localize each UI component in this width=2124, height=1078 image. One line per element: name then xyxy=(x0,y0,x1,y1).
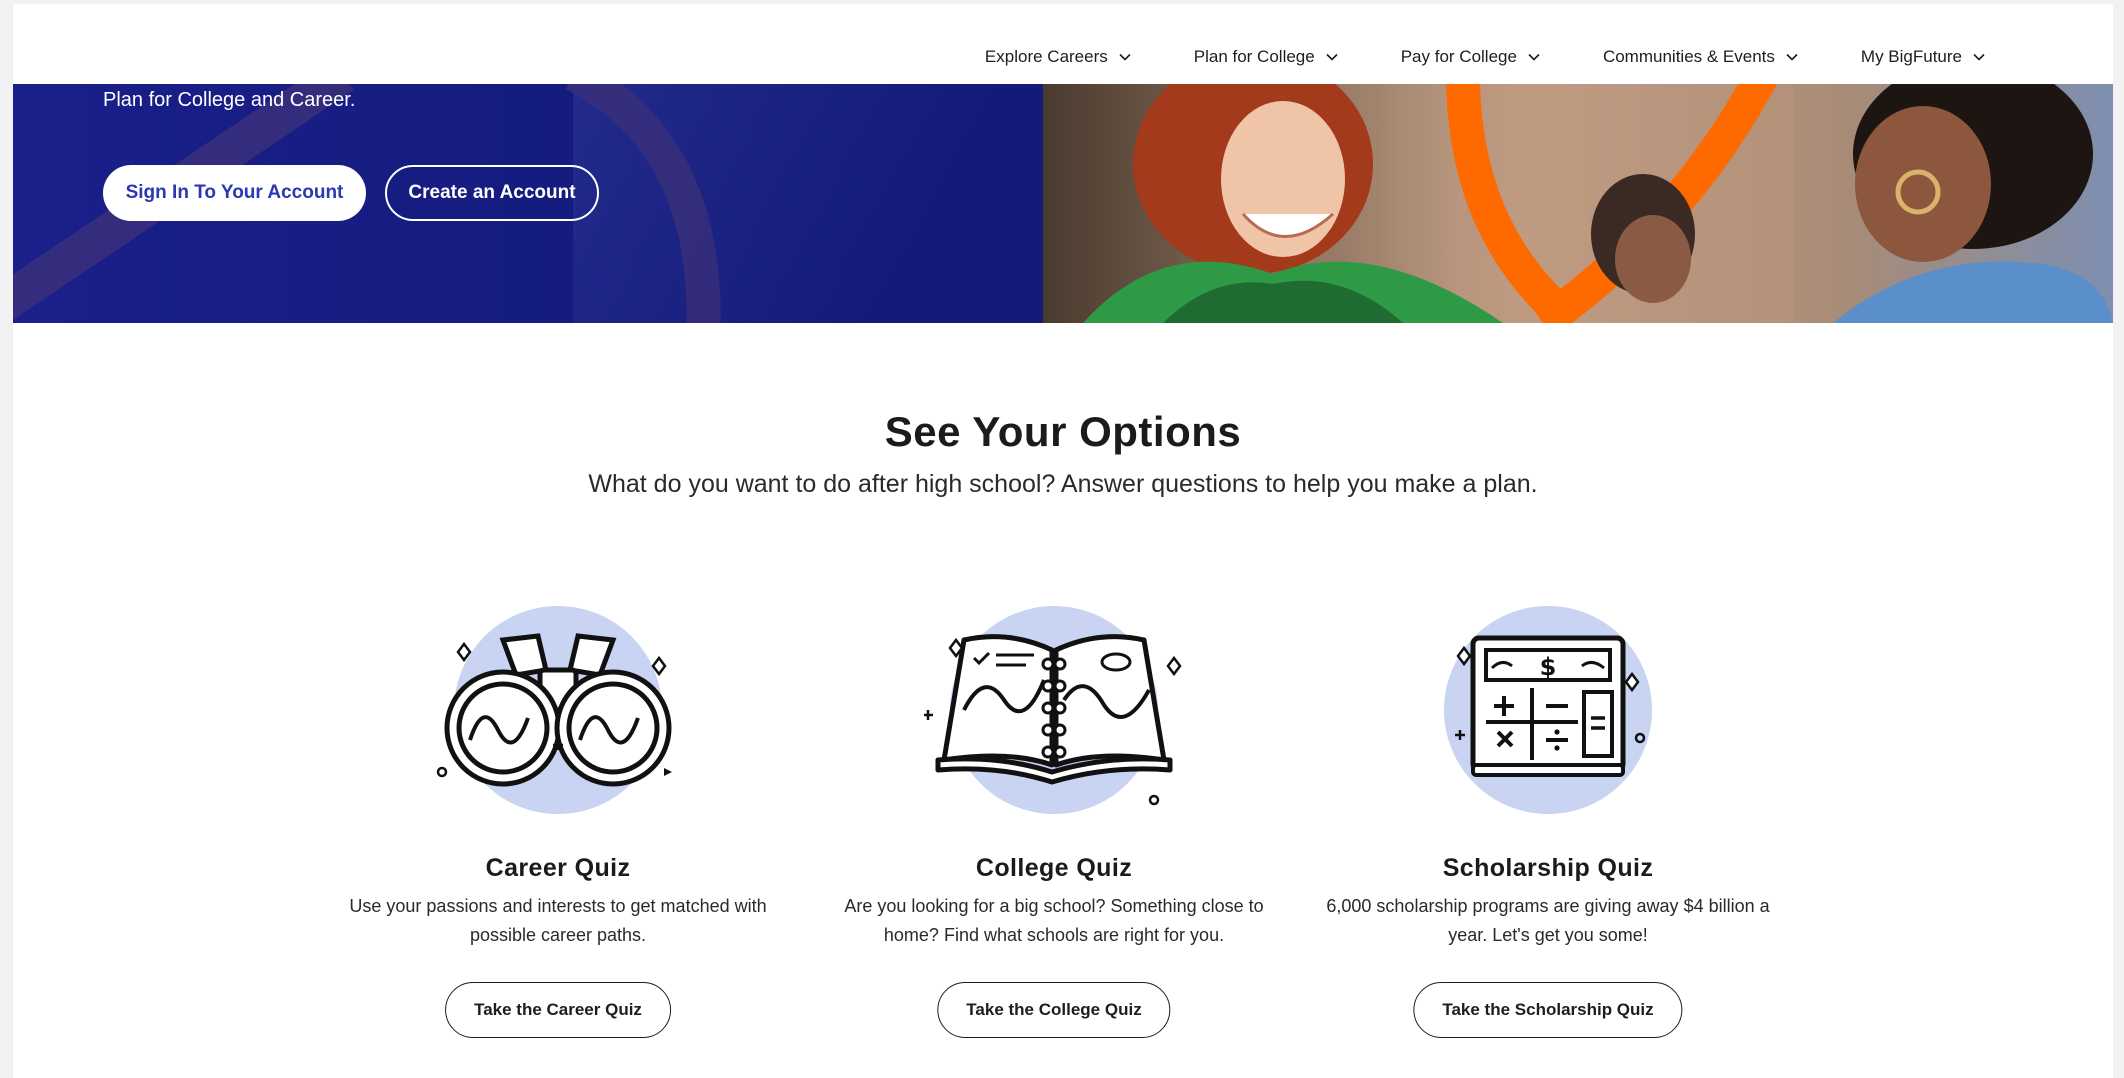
calculator-icon: $ xyxy=(1444,606,1652,814)
hero-photo xyxy=(1043,84,2113,323)
chevron-down-icon xyxy=(1119,53,1131,61)
create-account-button[interactable]: Create an Account xyxy=(385,165,599,221)
chevron-down-icon xyxy=(1973,53,1985,61)
nav-item-label: Plan for College xyxy=(1193,47,1315,66)
nav-menu: Explore Careers Plan for College Pay for… xyxy=(985,47,1986,67)
nav-item-label: Pay for College xyxy=(1400,47,1517,66)
nav-item-label: My BigFuture xyxy=(1860,47,1962,66)
nav-item-plan-for-college[interactable]: Plan for College xyxy=(1194,47,1339,67)
take-scholarship-quiz-button[interactable]: Take the Scholarship Quiz xyxy=(1413,982,1683,1038)
card-description: Use your passions and interests to get m… xyxy=(349,896,767,945)
chevron-down-icon xyxy=(1786,53,1798,61)
page: Explore Careers Plan for College Pay for… xyxy=(13,4,2113,1078)
nav-item-my-bigfuture[interactable]: My BigFuture xyxy=(1861,47,1986,67)
quiz-cards: Career Quiz Use your passions and intere… xyxy=(13,600,2113,1050)
hero-photo-illustration xyxy=(1043,84,2113,323)
map-book-icon xyxy=(924,606,1182,814)
card-description: 6,000 scholarship programs are giving aw… xyxy=(1326,896,1770,945)
card-title: Career Quiz xyxy=(485,854,631,882)
binoculars-icon xyxy=(436,606,672,814)
nav-item-label: Communities & Events xyxy=(1602,47,1775,66)
chevron-down-icon xyxy=(1528,53,1540,61)
section-title: See Your Options xyxy=(884,408,1242,455)
hero-banner: Plan for College and Career. Sign In To … xyxy=(13,84,2113,323)
sign-in-button[interactable]: Sign In To Your Account xyxy=(103,165,366,221)
career-quiz-card: Career Quiz Use your passions and intere… xyxy=(323,600,793,1050)
top-nav: Explore Careers Plan for College Pay for… xyxy=(13,4,2113,84)
svg-text:$: $ xyxy=(1540,653,1557,681)
take-career-quiz-button[interactable]: Take the Career Quiz xyxy=(445,982,671,1038)
nav-item-communities-events[interactable]: Communities & Events xyxy=(1603,47,1799,67)
take-college-quiz-button[interactable]: Take the College Quiz xyxy=(937,982,1171,1038)
card-description: Are you looking for a big school? Someth… xyxy=(844,896,1264,945)
card-title: College Quiz xyxy=(975,854,1133,882)
nav-item-explore-careers[interactable]: Explore Careers xyxy=(985,47,1132,67)
scholarship-quiz-card: $ Scholarship Quiz 6,000 scholarship pro… xyxy=(1313,600,1783,1050)
college-quiz-card: College Quiz Are you looking for a big s… xyxy=(819,600,1289,1050)
card-title: Scholarship Quiz xyxy=(1442,854,1654,882)
section-subtitle: What do you want to do after high school… xyxy=(588,470,1538,498)
nav-item-pay-for-college[interactable]: Pay for College xyxy=(1401,47,1541,67)
hero-panel: Plan for College and Career. Sign In To … xyxy=(13,84,1043,323)
chevron-down-icon xyxy=(1326,53,1338,61)
hero-tagline: Plan for College and Career. xyxy=(103,89,356,111)
nav-item-label: Explore Careers xyxy=(984,47,1108,66)
